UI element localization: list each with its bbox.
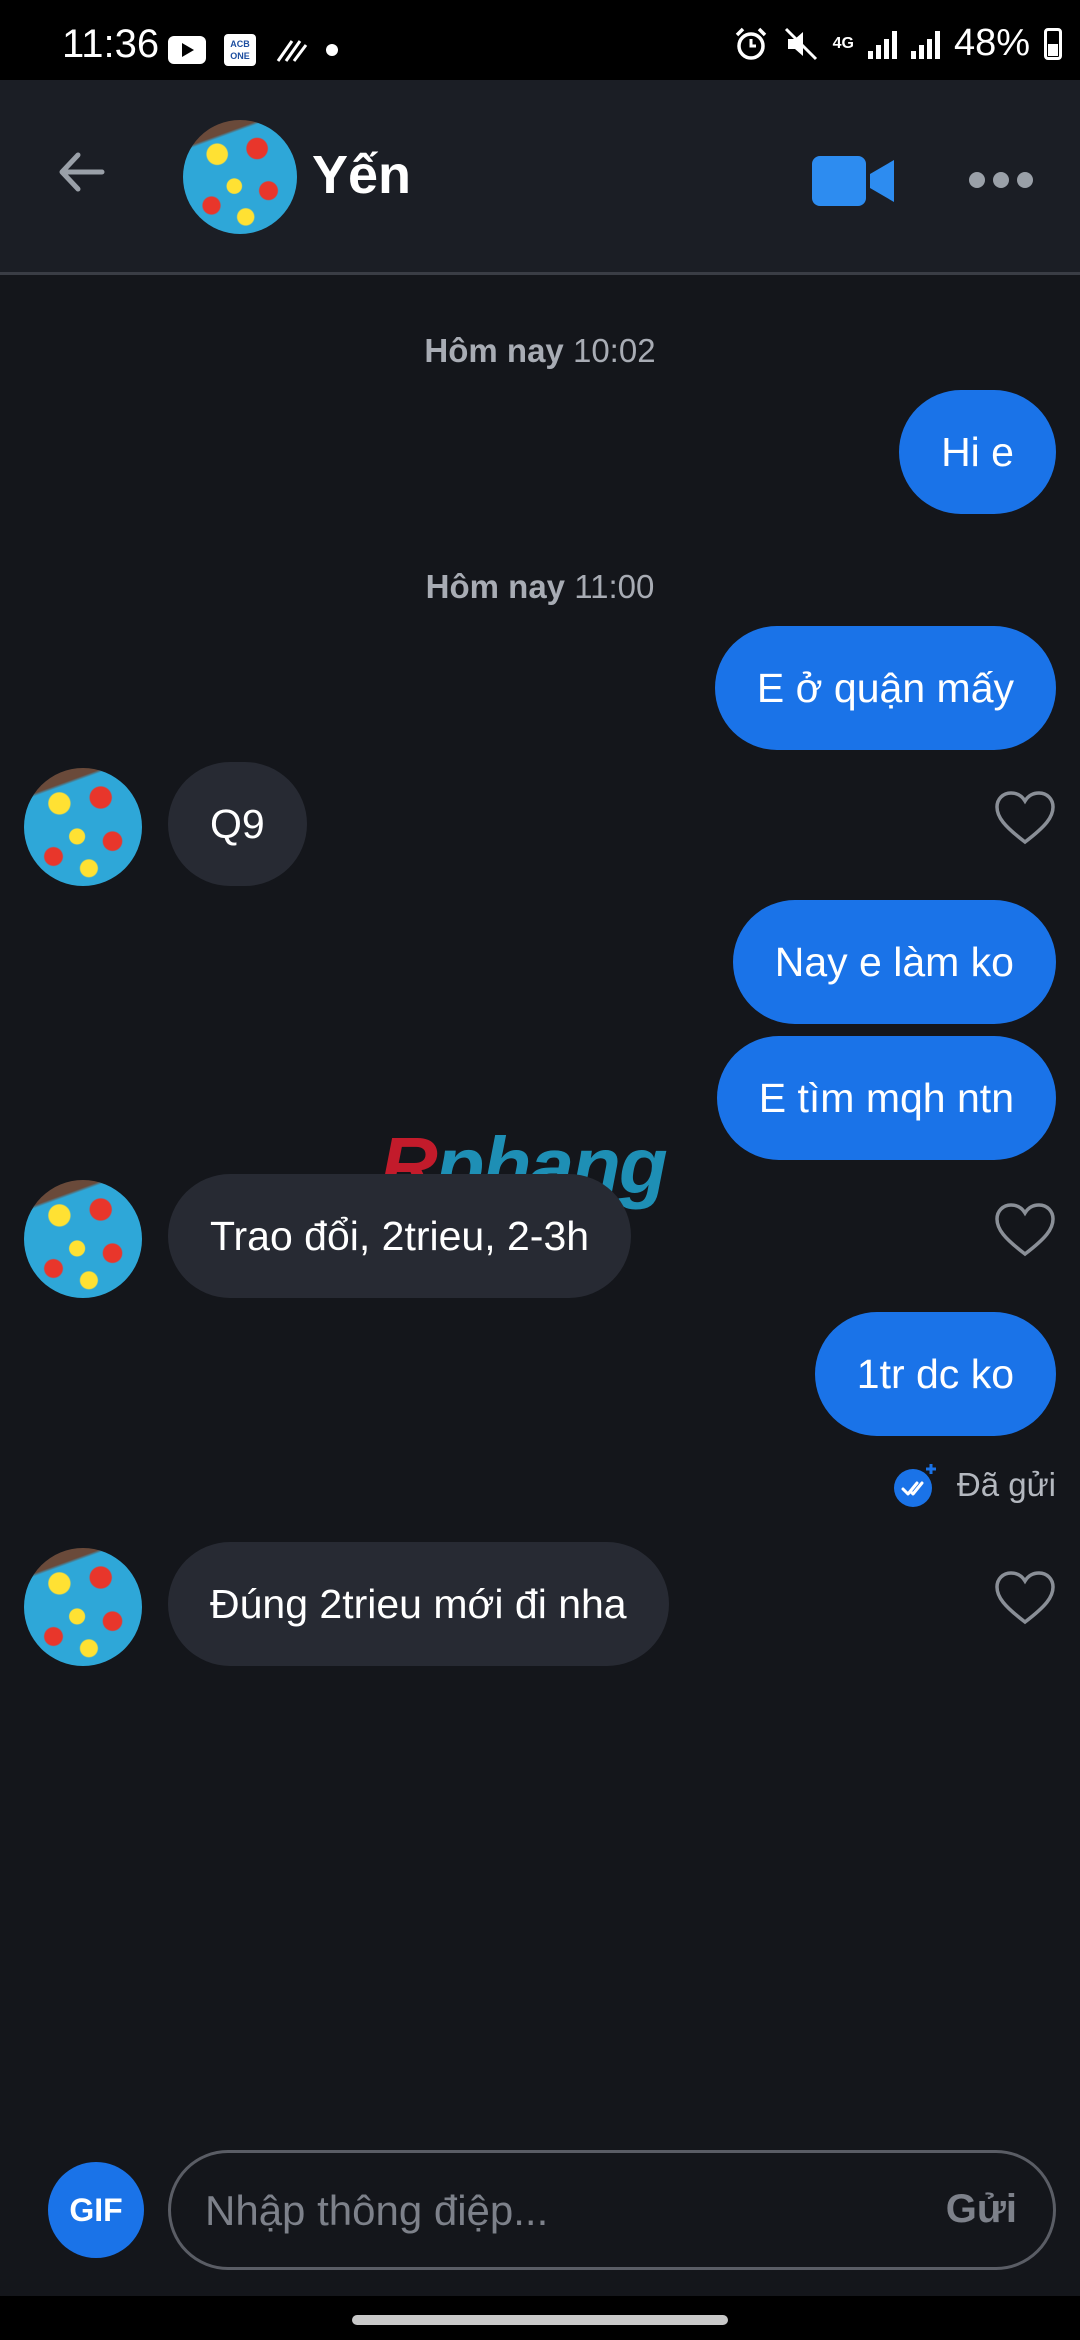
video-camera-icon[interactable] (810, 152, 896, 210)
outgoing-message[interactable]: 1tr dc ko (814, 1312, 1056, 1436)
outgoing-message[interactable]: E ở quận mấy (714, 626, 1056, 750)
contact-name[interactable]: Yến (312, 144, 411, 206)
alarm-icon (735, 27, 766, 60)
timestamp: Hôm nay 10:02 (424, 332, 656, 369)
chat-header: Yến (0, 80, 1080, 275)
double-check-icon (893, 1464, 936, 1507)
home-indicator[interactable] (352, 2315, 728, 2325)
incoming-message[interactable]: Đúng 2trieu mới đi nha (168, 1542, 669, 1666)
outgoing-message[interactable]: E tìm mqh ntn (716, 1036, 1056, 1160)
battery-percent: 48% (953, 22, 1030, 64)
sent-label: Đã gửi (956, 1466, 1056, 1503)
avatar[interactable] (24, 1180, 142, 1298)
incoming-message[interactable]: Trao đổi, 2trieu, 2-3h (168, 1174, 632, 1298)
mute-icon (784, 27, 817, 60)
timestamp: Hôm nay 11:00 (425, 568, 655, 605)
signal-icon (867, 29, 897, 59)
avatar[interactable] (24, 1548, 142, 1666)
message-input[interactable] (203, 2153, 847, 2269)
more-horizontal-icon[interactable] (968, 168, 1034, 192)
heart-icon[interactable] (994, 1202, 1056, 1258)
message-composer: Gửi (168, 2150, 1056, 2270)
outgoing-message[interactable]: Hi e (899, 390, 1056, 514)
acb-one-icon: ACB ONE (224, 34, 256, 66)
dot-icon (326, 44, 338, 56)
signal-icon (910, 29, 940, 59)
status-time: 11:36 (62, 22, 160, 66)
heart-icon[interactable] (994, 790, 1056, 846)
youtube-icon (168, 36, 206, 64)
outgoing-message[interactable]: Nay e làm ko (732, 900, 1056, 1024)
incoming-message[interactable]: Q9 (168, 762, 307, 886)
heart-icon[interactable] (994, 1570, 1056, 1626)
arrow-left-icon[interactable] (52, 142, 112, 202)
avatar[interactable] (183, 120, 297, 234)
message-status: Đã gửi (893, 1462, 1056, 1508)
battery-icon (1044, 27, 1062, 60)
gif-button[interactable]: GIF (48, 2162, 144, 2258)
avatar[interactable] (24, 768, 142, 886)
status-bar: 11:36 ACB ONE 4G 48% (0, 0, 1080, 80)
network-label: 4G (832, 34, 854, 52)
send-button[interactable]: Gửi (946, 2187, 1017, 2232)
stripes-icon (276, 40, 308, 62)
